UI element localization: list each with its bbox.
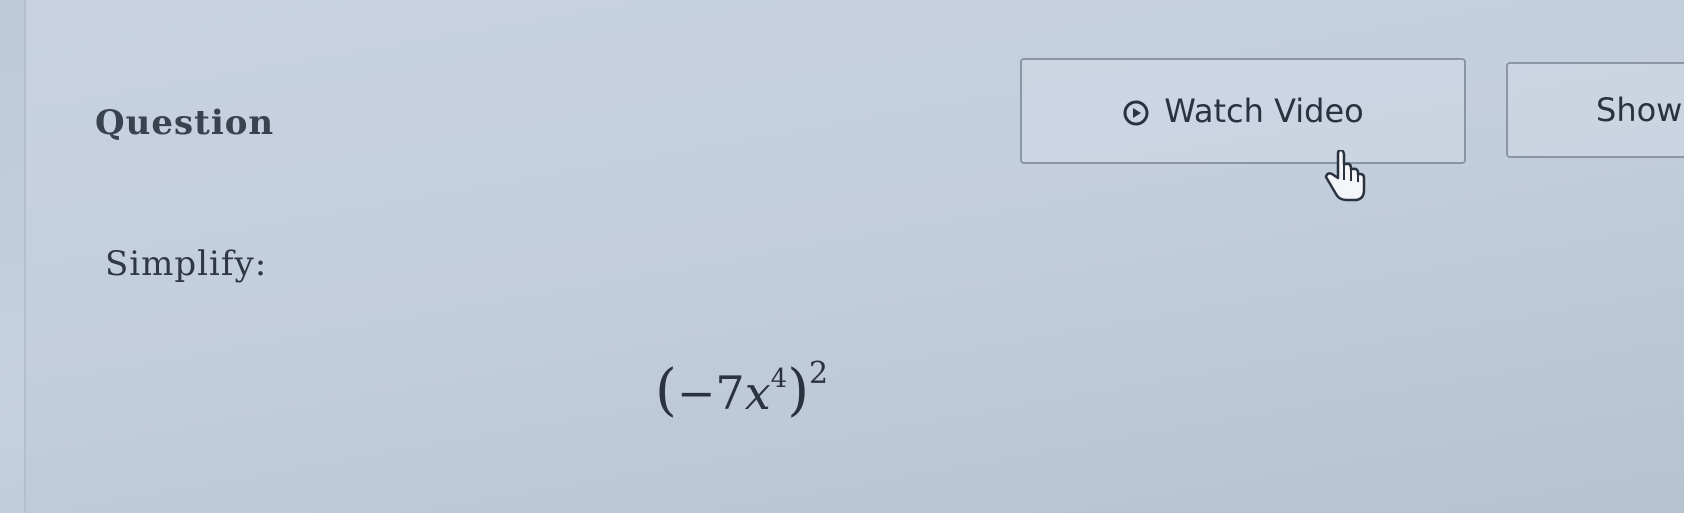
question-heading: Question [95,103,275,143]
open-paren: ( [655,358,677,423]
watch-video-button[interactable]: Watch Video [1020,58,1466,164]
close-paren: ) [787,358,810,423]
instruction-text: Simplify: [105,244,268,284]
show-label: Show [1596,91,1683,129]
math-expression: (−7x4)2 [655,355,829,423]
expression-variable: x [744,366,771,420]
expression-sign: − [676,366,716,420]
play-circle-icon [1122,97,1150,126]
watch-video-label: Watch Video [1164,92,1364,130]
inner-exponent: 4 [770,363,788,394]
hand-pointer-icon [1318,148,1370,208]
outer-exponent: 2 [809,355,829,391]
expression-coefficient: 7 [715,366,745,420]
show-button[interactable]: Show [1506,62,1684,158]
